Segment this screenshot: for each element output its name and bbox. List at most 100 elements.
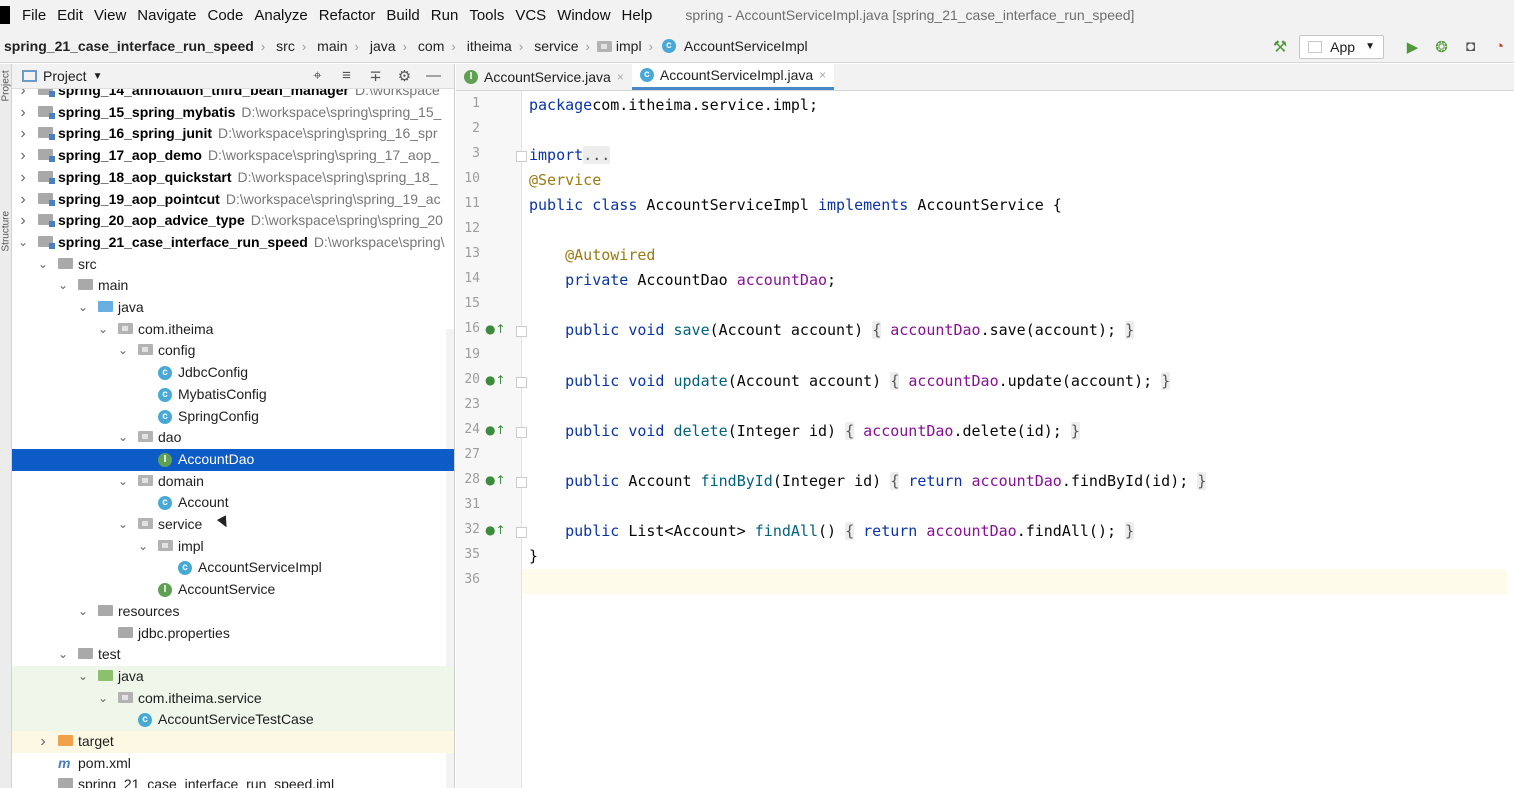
tree-item-selected[interactable]: I AccountDao xyxy=(12,448,454,471)
chevron-right-icon[interactable]: › xyxy=(17,145,29,167)
breadcrumb-item[interactable]: src xyxy=(276,38,295,54)
locate-file-icon[interactable]: ⌖ xyxy=(303,67,332,85)
implements-method-icon[interactable]: ●↑ xyxy=(485,322,506,336)
tree-item[interactable]: c SpringConfig xyxy=(12,406,454,428)
fold-marker-icon[interactable] xyxy=(516,326,527,338)
menu-tools[interactable]: Tools xyxy=(469,7,504,24)
tree-item[interactable]: ⌄ config xyxy=(12,340,454,362)
chevron-down-icon[interactable]: ▼ xyxy=(93,71,103,82)
hide-panel-icon[interactable]: — xyxy=(419,67,448,85)
chevron-down-icon[interactable]: ⌄ xyxy=(97,688,109,710)
fold-marker-icon[interactable] xyxy=(516,476,527,488)
structure-tool-tab[interactable]: Structure xyxy=(1,211,12,252)
debug-icon[interactable]: ❂ xyxy=(1427,38,1456,56)
menu-analyze[interactable]: Analyze xyxy=(254,7,307,24)
breadcrumb-item[interactable]: main xyxy=(317,38,347,54)
tree-item[interactable]: ⌄ resources xyxy=(12,601,454,623)
tree-item[interactable]: I AccountService xyxy=(12,579,454,601)
breadcrumb-item[interactable]: itheima xyxy=(467,38,512,54)
menu-refactor[interactable]: Refactor xyxy=(319,7,376,24)
code-line[interactable] xyxy=(522,568,1507,594)
menu-build[interactable]: Build xyxy=(386,7,419,24)
tree-item[interactable]: ⌄ src xyxy=(12,254,454,276)
code-line[interactable]: private AccountDao accountDao; xyxy=(529,268,836,293)
breadcrumb-item[interactable]: AccountServiceImpl xyxy=(684,38,808,54)
expand-all-icon[interactable]: ≡ xyxy=(332,67,361,85)
implements-method-icon[interactable]: ●↑ xyxy=(485,473,506,487)
tree-item[interactable]: c JdbcConfig xyxy=(12,362,454,384)
gear-icon[interactable]: ⚙ xyxy=(390,67,419,85)
menu-navigate[interactable]: Navigate xyxy=(137,7,196,24)
menu-vcs[interactable]: VCS xyxy=(515,7,546,24)
tree-item[interactable]: spring_21_case_interface_run_speed.iml xyxy=(12,774,454,788)
chevron-down-icon[interactable]: ⌄ xyxy=(57,644,69,666)
tree-item[interactable]: c AccountServiceTestCase xyxy=(12,709,454,731)
chevron-right-icon[interactable]: › xyxy=(17,189,29,211)
menu-code[interactable]: Code xyxy=(207,7,243,24)
code-line[interactable]: public void delete(Integer id) { account… xyxy=(529,419,1080,444)
menu-window[interactable]: Window xyxy=(557,7,610,24)
close-icon[interactable]: × xyxy=(617,70,624,84)
tree-item[interactable]: › spring_16_spring_junit D:\workspace\spri… xyxy=(12,123,454,145)
tree-item[interactable]: ⌄ java xyxy=(12,665,454,688)
menu-run[interactable]: Run xyxy=(431,7,459,24)
code-line[interactable]: @Service xyxy=(529,168,601,193)
code-line[interactable]: public void update(Account account) { ac… xyxy=(529,369,1171,394)
collapse-all-icon[interactable]: ∓ xyxy=(361,67,390,85)
chevron-right-icon[interactable]: › xyxy=(17,123,29,145)
chevron-down-icon[interactable]: ⌄ xyxy=(117,514,129,536)
implements-method-icon[interactable]: ●↑ xyxy=(485,373,506,387)
implements-method-icon[interactable]: ●↑ xyxy=(485,423,506,437)
chevron-down-icon[interactable]: ⌄ xyxy=(137,536,149,558)
tree-item[interactable]: ⌄ spring_21_case_interface_run_speed D:\wo… xyxy=(12,232,454,254)
chevron-right-icon[interactable]: › xyxy=(37,731,49,753)
chevron-down-icon[interactable]: ⌄ xyxy=(57,275,69,297)
chevron-down-icon[interactable]: ⌄ xyxy=(117,471,129,493)
editor-tab[interactable]: I AccountService.java × xyxy=(456,63,632,90)
tree-item[interactable]: ⌄ test xyxy=(12,644,454,666)
breadcrumb-item[interactable]: com xyxy=(418,38,444,54)
code-area[interactable]: packagecom.itheima.service.impl; import..… xyxy=(522,91,1514,788)
fold-marker-icon[interactable] xyxy=(516,426,527,438)
tree-item[interactable]: › spring_15_spring_mybatis D:\workspace\sp… xyxy=(12,102,454,124)
tree-item[interactable]: c MybatisConfig xyxy=(12,384,454,406)
tree-item[interactable]: ⌄ java xyxy=(12,297,454,319)
tree-item[interactable]: ⌄ com.itheima.service xyxy=(12,687,454,710)
tree-item[interactable]: m pom.xml xyxy=(12,753,454,775)
code-line[interactable]: packagecom.itheima.service.impl; xyxy=(529,93,818,118)
profile-icon[interactable]: ◔ xyxy=(1485,38,1514,55)
menu-help[interactable]: Help xyxy=(622,7,653,24)
chevron-down-icon[interactable]: ⌄ xyxy=(117,340,129,362)
tree-item[interactable]: ⌄ service xyxy=(12,514,454,536)
tree-item[interactable]: c Account xyxy=(12,492,454,514)
tree-item[interactable]: ⌄ com.itheima xyxy=(12,319,454,341)
tree-item[interactable]: › spring_17_aop_demo D:\workspace\spring\s… xyxy=(12,145,454,167)
code-line[interactable]: @Autowired xyxy=(529,243,655,268)
menu-edit[interactable]: Edit xyxy=(57,7,83,24)
tree-item[interactable]: ⌄ domain xyxy=(12,471,454,493)
tree-item[interactable]: › spring_18_aop_quickstart D:\workspace\sp… xyxy=(12,167,454,189)
chevron-down-icon[interactable]: ⌄ xyxy=(17,232,29,254)
implements-method-icon[interactable]: ●↑ xyxy=(485,523,506,537)
breadcrumb-item[interactable]: java xyxy=(370,38,396,54)
tree-item[interactable]: › spring_19_aop_pointcut D:\workspace\spri… xyxy=(12,189,454,211)
fold-marker-icon[interactable] xyxy=(516,376,527,388)
menu-view[interactable]: View xyxy=(94,7,126,24)
tree-item[interactable]: › target xyxy=(12,731,454,753)
chevron-right-icon[interactable]: › xyxy=(17,167,29,189)
tree-item[interactable]: ⌄ dao xyxy=(12,427,454,449)
code-line[interactable]: import... xyxy=(529,143,611,168)
menu-file[interactable]: File xyxy=(22,7,46,24)
chevron-down-icon[interactable]: ⌄ xyxy=(117,427,129,449)
editor-tab[interactable]: c AccountServiceImpl.java × xyxy=(631,63,835,90)
breadcrumb-item[interactable]: service xyxy=(534,38,578,54)
build-hammer-icon[interactable]: ⚒ xyxy=(1273,37,1287,57)
run-icon[interactable]: ▶ xyxy=(1398,38,1427,56)
tree-item[interactable]: jdbc.properties xyxy=(12,623,454,645)
project-tool-tab[interactable]: Project xyxy=(1,70,12,101)
chevron-down-icon[interactable]: ⌄ xyxy=(77,297,89,319)
chevron-down-icon[interactable]: ⌄ xyxy=(37,254,49,276)
breadcrumb-item[interactable]: impl xyxy=(616,38,642,54)
code-line[interactable]: public Account findById(Integer id) { re… xyxy=(529,469,1207,494)
run-configuration-selector[interactable]: App ▼ xyxy=(1299,34,1384,59)
